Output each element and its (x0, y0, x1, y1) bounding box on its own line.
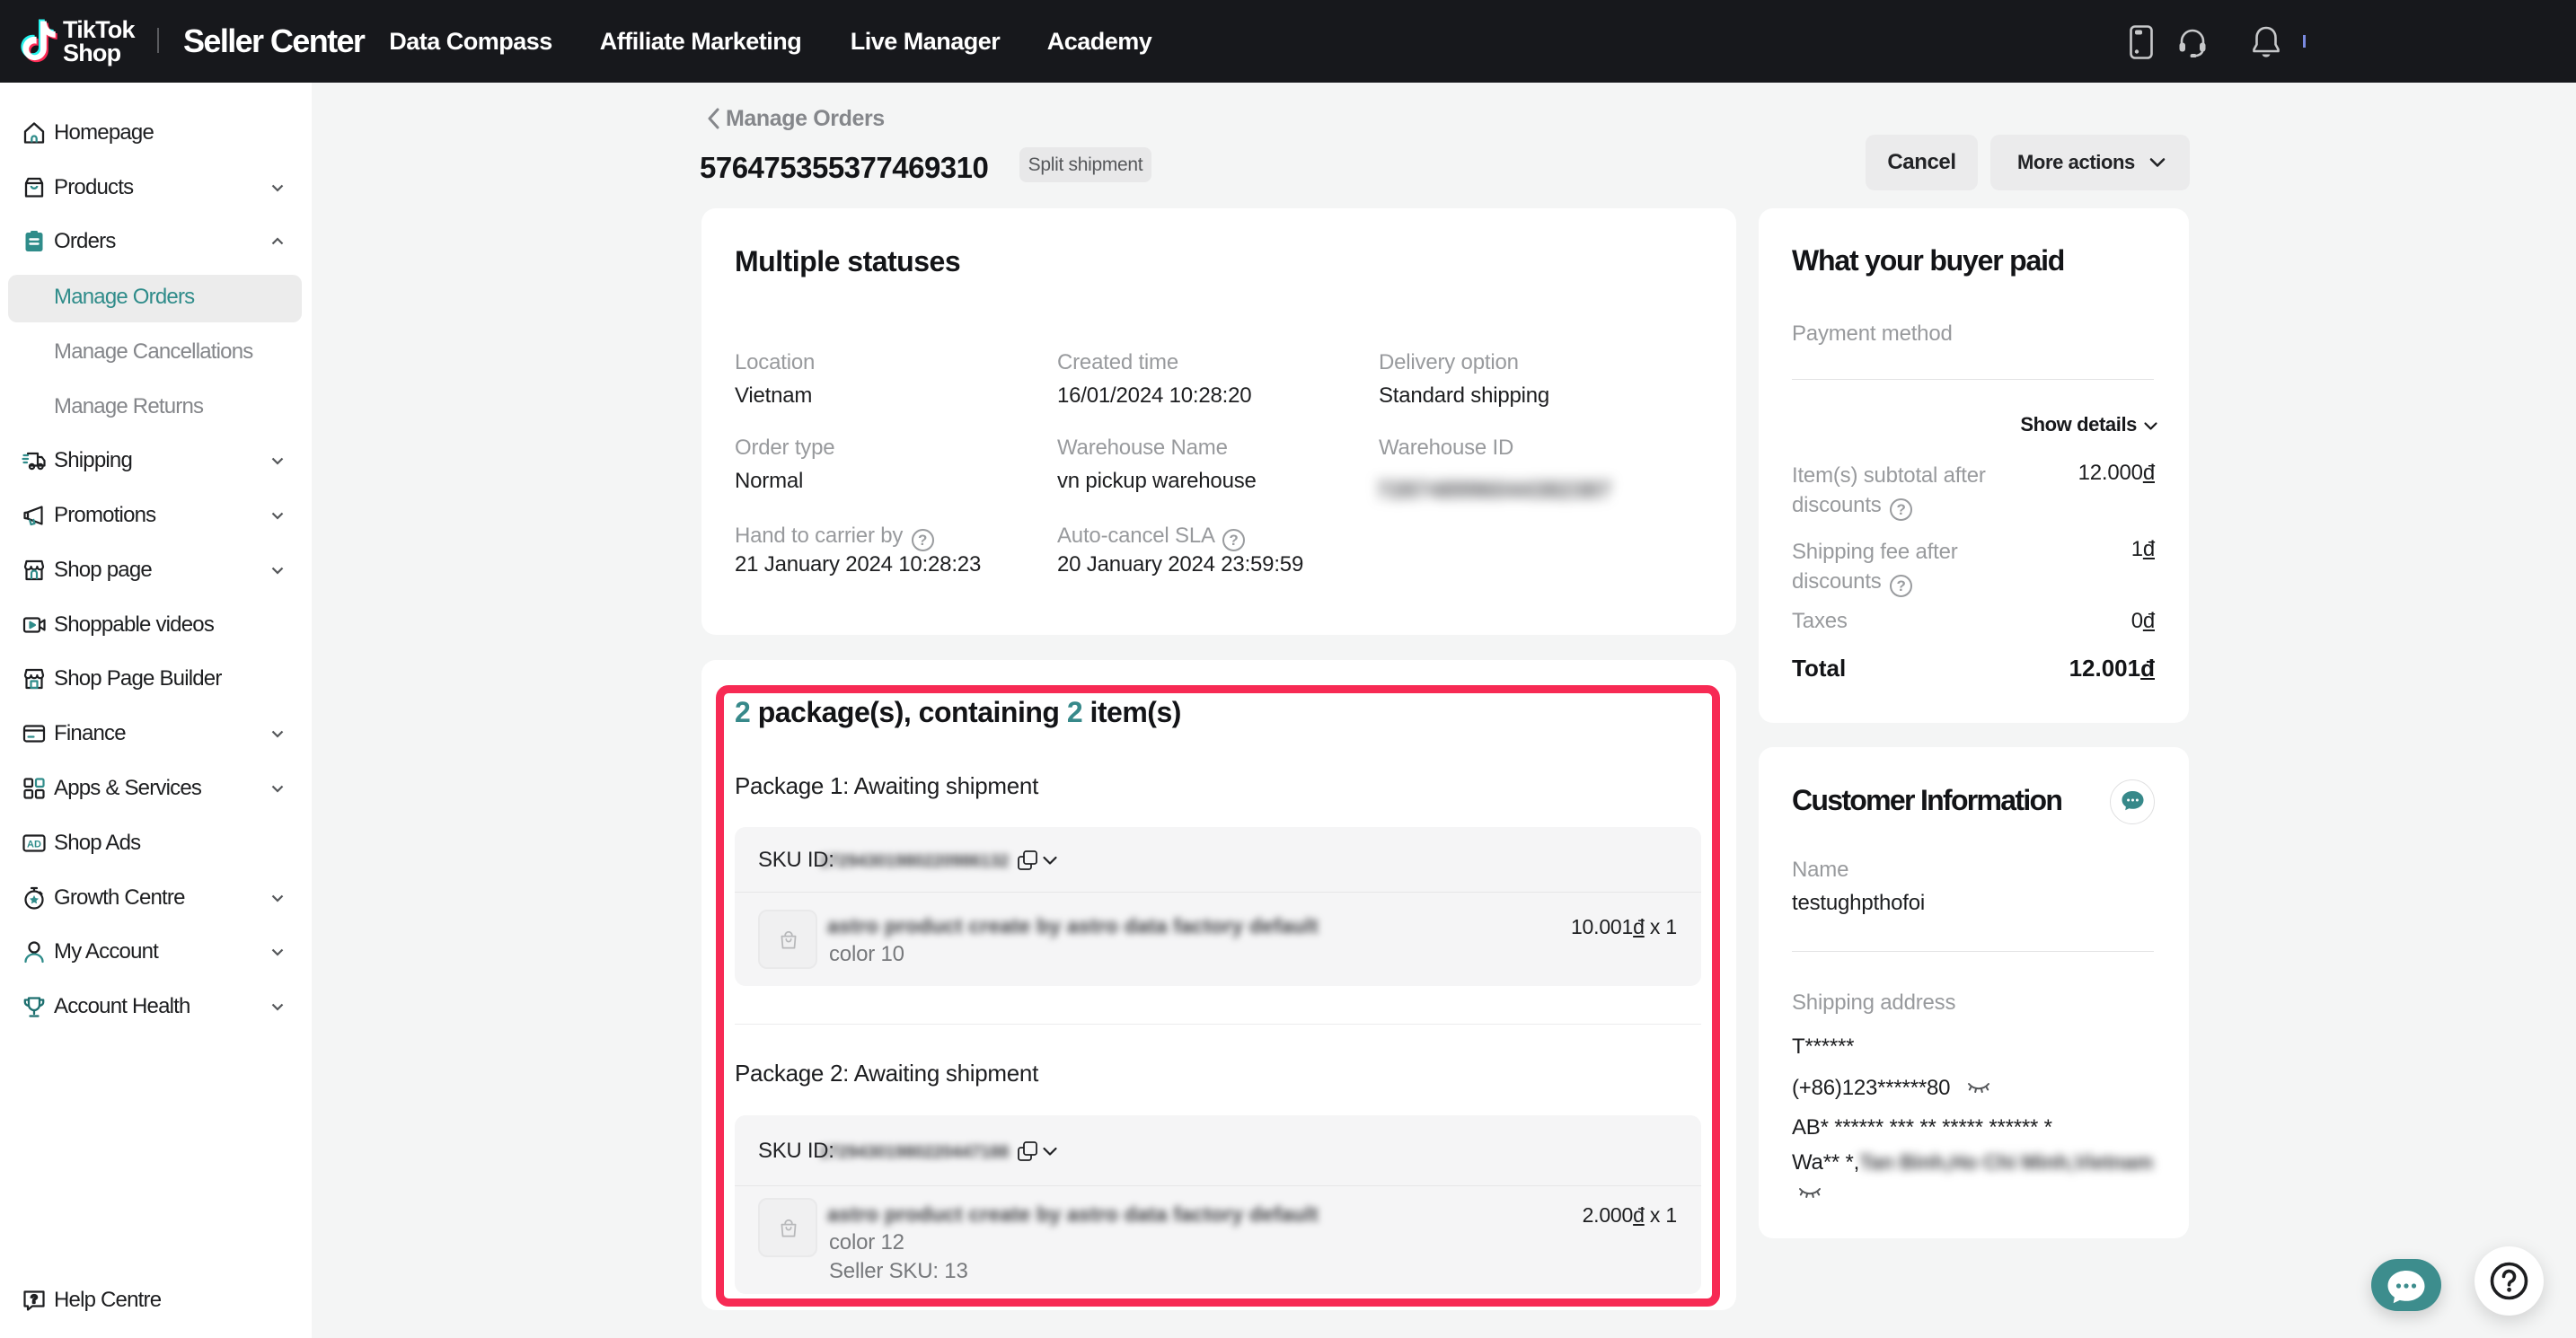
svg-text:?: ? (31, 1292, 38, 1306)
svg-text:AD: AD (27, 840, 41, 850)
